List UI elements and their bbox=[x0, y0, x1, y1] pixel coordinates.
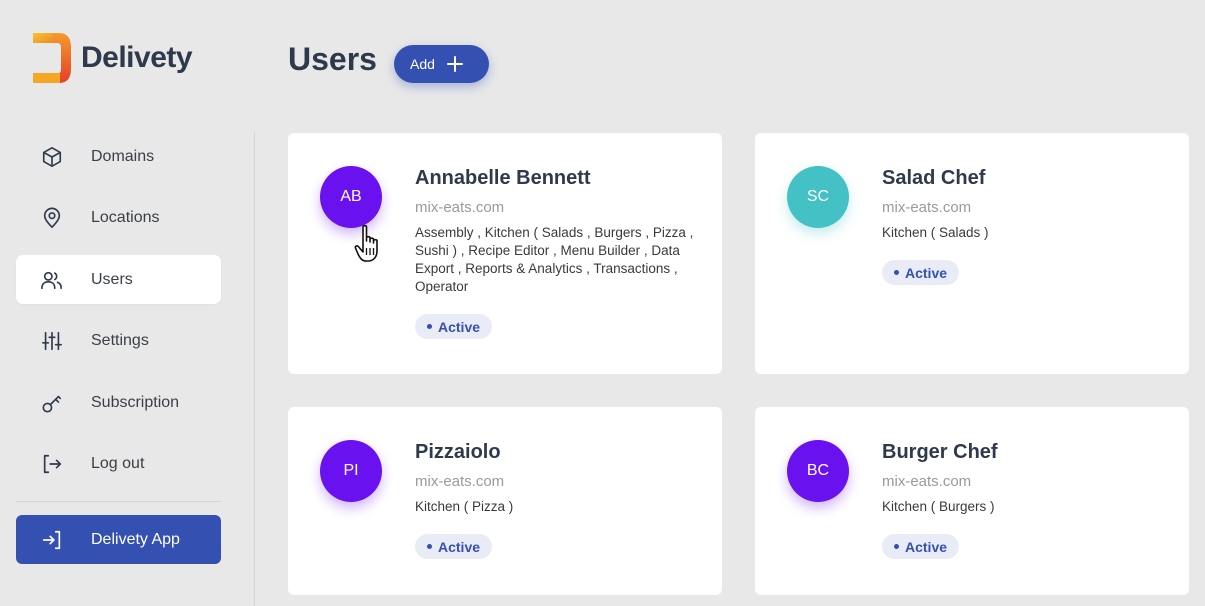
add-user-button[interactable]: Add bbox=[394, 45, 489, 83]
user-roles: Kitchen ( Pizza ) bbox=[415, 499, 514, 514]
sidebar-item-subscription[interactable]: Subscription bbox=[16, 378, 221, 427]
status-label: Active bbox=[438, 538, 481, 555]
plus-icon bbox=[446, 56, 463, 72]
user-card[interactable]: PI Pizzaiolo mix-eats.com Kitchen ( Pizz… bbox=[288, 407, 722, 595]
status-dot-icon bbox=[427, 544, 432, 549]
sidebar-nav: Domains Locations Users Settings Subscri… bbox=[16, 132, 221, 501]
status-dot-icon bbox=[894, 270, 899, 275]
status-label: Active bbox=[905, 264, 948, 281]
avatar[interactable]: AB bbox=[320, 166, 382, 228]
key-icon bbox=[39, 390, 65, 416]
user-card[interactable]: AB Annabelle Bennett mix-eats.com Assemb… bbox=[288, 133, 722, 374]
user-roles: Kitchen ( Salads ) bbox=[882, 225, 989, 240]
status-badge: Active bbox=[415, 534, 493, 559]
user-domain: mix-eats.com bbox=[415, 473, 505, 490]
user-domain: mix-eats.com bbox=[415, 199, 505, 216]
status-dot-icon bbox=[894, 544, 899, 549]
status-badge: Active bbox=[415, 314, 493, 339]
user-name: Pizzaiolo bbox=[415, 441, 501, 463]
brand-name: Delivety bbox=[81, 41, 193, 74]
user-roles: Assembly , Kitchen ( Salads , Burgers , … bbox=[415, 225, 694, 294]
box-icon bbox=[39, 144, 65, 170]
login-arrow-icon bbox=[39, 527, 65, 553]
app-button-label: Delivety App bbox=[91, 530, 180, 548]
user-domain: mix-eats.com bbox=[882, 473, 972, 490]
sidebar-item-locations[interactable]: Locations bbox=[16, 194, 221, 243]
sidebar-item-settings[interactable]: Settings bbox=[16, 317, 221, 366]
map-pin-icon bbox=[39, 205, 65, 231]
user-name: Burger Chef bbox=[882, 441, 998, 463]
sidebar-divider bbox=[254, 132, 255, 606]
user-domain: mix-eats.com bbox=[882, 199, 972, 216]
logout-icon bbox=[39, 451, 65, 477]
add-button-label: Add bbox=[410, 56, 435, 72]
user-roles: Kitchen ( Burgers ) bbox=[882, 499, 995, 514]
status-badge: Active bbox=[882, 260, 960, 285]
sidebar-item-label: Locations bbox=[91, 209, 160, 226]
users-icon bbox=[39, 267, 65, 293]
sidebar-item-label: Domains bbox=[91, 147, 155, 165]
sliders-icon bbox=[39, 328, 65, 354]
sidebar-item-label: Settings bbox=[91, 332, 149, 349]
user-name: Annabelle Bennett bbox=[415, 167, 591, 189]
sidebar-item-users[interactable]: Users bbox=[16, 255, 221, 304]
status-label: Active bbox=[438, 318, 481, 335]
avatar[interactable]: BC bbox=[787, 440, 849, 502]
delivety-app-button[interactable]: Delivety App bbox=[16, 515, 221, 564]
avatar[interactable]: SC bbox=[787, 166, 849, 228]
status-dot-icon bbox=[427, 324, 432, 329]
user-card[interactable]: SC Salad Chef mix-eats.com Kitchen ( Sal… bbox=[755, 133, 1189, 374]
delivety-logo-icon bbox=[33, 33, 73, 83]
nav-separator bbox=[16, 501, 221, 502]
sidebar-item-label: Subscription bbox=[91, 393, 180, 411]
status-label: Active bbox=[905, 538, 948, 555]
user-name: Salad Chef bbox=[882, 167, 986, 189]
sidebar-item-label: Users bbox=[91, 270, 133, 288]
user-card[interactable]: BC Burger Chef mix-eats.com Kitchen ( Bu… bbox=[755, 407, 1189, 595]
page-title: Users bbox=[288, 41, 377, 77]
brand-logo[interactable]: Delivety bbox=[33, 33, 193, 83]
sidebar-item-label: Log out bbox=[91, 455, 145, 472]
sidebar-item-domains[interactable]: Domains bbox=[16, 132, 221, 181]
avatar[interactable]: PI bbox=[320, 440, 382, 502]
sidebar-item-logout[interactable]: Log out bbox=[16, 440, 221, 489]
status-badge: Active bbox=[882, 534, 960, 559]
